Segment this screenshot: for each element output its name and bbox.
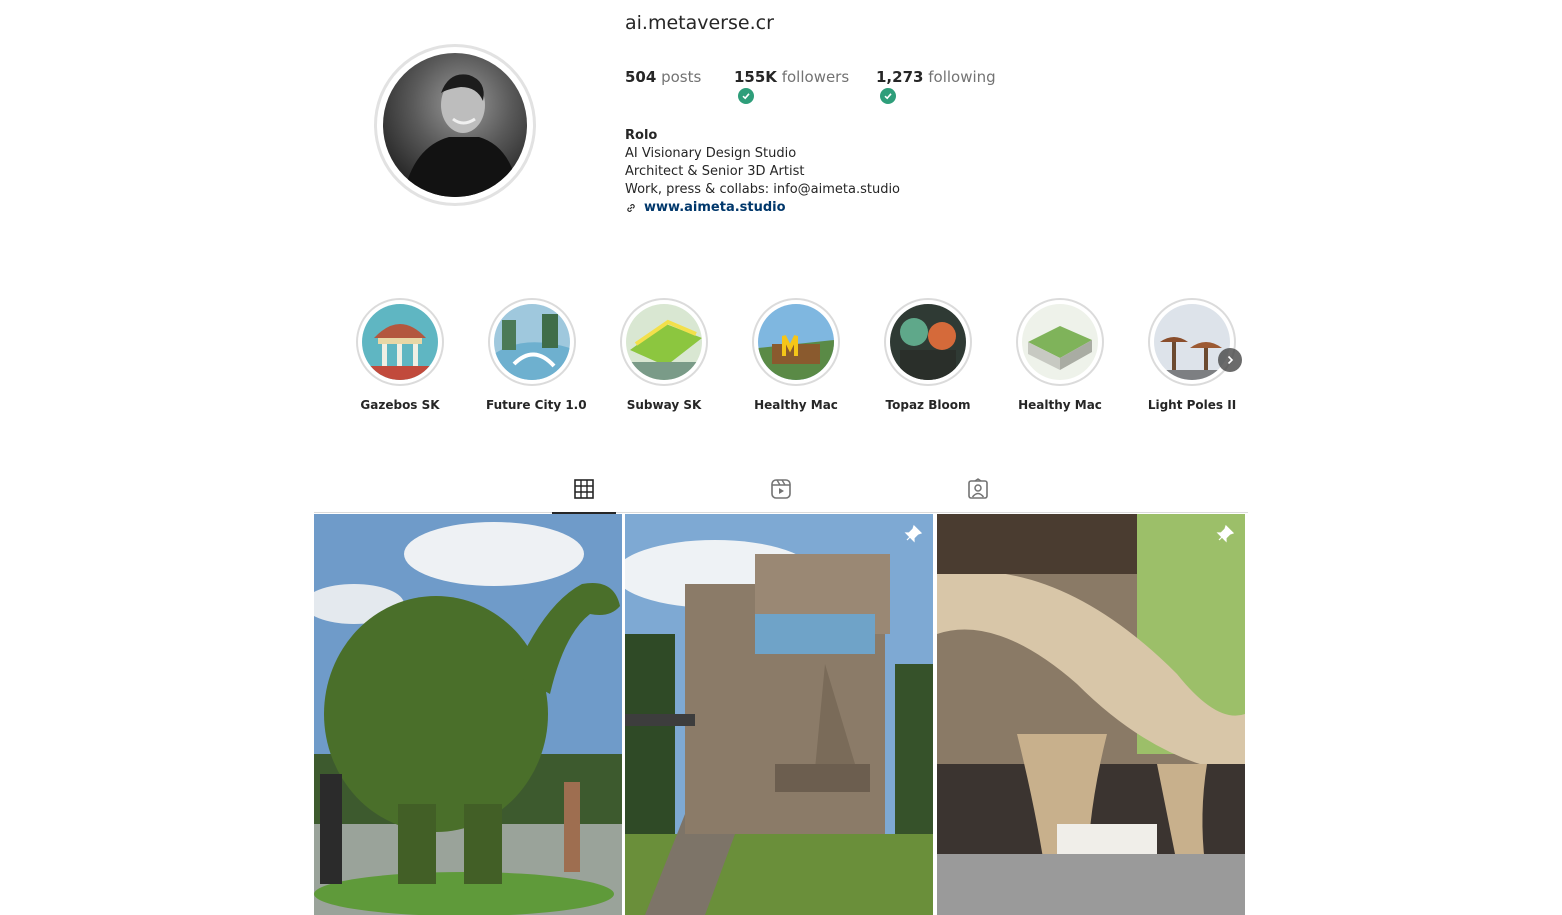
highlight-ring [620,298,708,386]
highlight-thumbnail [1154,304,1230,380]
highlight-label: Gazebos SK [360,398,440,412]
bio-website-link[interactable]: www.aimeta.studio [625,199,900,217]
highlight-ring [1016,298,1104,386]
following-check-icon [880,88,896,104]
highlight-thumbnail [626,304,702,380]
followers-count-label: followers [781,68,850,86]
highlight-label: Healthy Mac [1018,398,1102,412]
profile-bio: Rolo AI Visionary Design Studio Architec… [625,127,900,217]
following-count-value: 1,273 [876,68,924,86]
post-moai-house[interactable] [625,514,933,915]
highlight-thumbnail [1022,304,1098,380]
highlight-thumbnail [494,304,570,380]
highlight-ring [488,298,576,386]
link-icon [627,204,635,212]
highlight-label: Light Poles II [1147,398,1237,412]
followers-check-icon [738,88,754,104]
posts-count-label: posts [661,68,702,86]
tab-tagged[interactable] [946,478,1010,514]
post-tree-canopy-building[interactable] [937,514,1245,915]
tab-posts[interactable] [552,478,616,514]
post-image [314,514,622,915]
highlight-ring [752,298,840,386]
highlight-healthy-mac-2[interactable]: Healthy Mac [1014,298,1106,412]
highlight-topaz-bloom[interactable]: Topaz Bloom [882,298,974,412]
highlight-healthy-mac[interactable]: Healthy Mac [750,298,842,412]
highlight-label: Healthy Mac [754,398,838,412]
highlight-subway-sk[interactable]: Subway SK [618,298,710,412]
posts-count: 504 posts [625,68,701,86]
highlight-label: Subway SK [626,398,702,412]
tab-reels[interactable] [749,478,813,514]
grid-icon [574,479,594,499]
following-count-label: following [928,68,996,86]
profile-avatar-ring[interactable] [374,44,536,206]
following-link[interactable]: 1,273 following [876,68,996,86]
pin-icon [1216,524,1235,543]
followers-link[interactable]: 155K followers [734,68,849,86]
highlight-label: Topaz Bloom [885,398,971,412]
highlight-future-city[interactable]: Future City 1.0 [486,298,587,412]
story-highlights: Gazebos SK Future City 1.0 Subway SK Hea… [354,298,1254,428]
profile-username: ai.metaverse.cr [625,12,774,34]
highlights-next-button[interactable] [1218,348,1242,372]
bio-line-3: Work, press & collabs: info@aimeta.studi… [625,182,901,197]
post-image [937,514,1245,915]
reels-icon [771,479,791,499]
highlight-thumbnail [758,304,834,380]
post-image [625,514,933,915]
highlight-thumbnail [362,304,438,380]
followers-count-value: 155K [734,68,777,86]
highlight-ring [1148,298,1236,386]
bio-line-2: Architect & Senior 3D Artist [625,164,805,179]
posts-count-value: 504 [625,68,657,86]
bio-website-text: www.aimeta.studio [644,200,786,215]
pin-icon [904,524,923,543]
highlight-label: Future City 1.0 [486,398,587,412]
highlight-ring [884,298,972,386]
post-topiary-dinosaur[interactable] [314,514,622,915]
tagged-icon [968,478,988,499]
profile-display-name: Rolo [625,128,658,143]
highlight-gazebos-sk[interactable]: Gazebos SK [354,298,446,412]
avatar[interactable] [383,53,527,197]
bio-line-1: AI Visionary Design Studio [625,146,797,161]
highlight-ring [356,298,444,386]
chevron-right-icon [1227,355,1234,365]
highlight-thumbnail [890,304,966,380]
